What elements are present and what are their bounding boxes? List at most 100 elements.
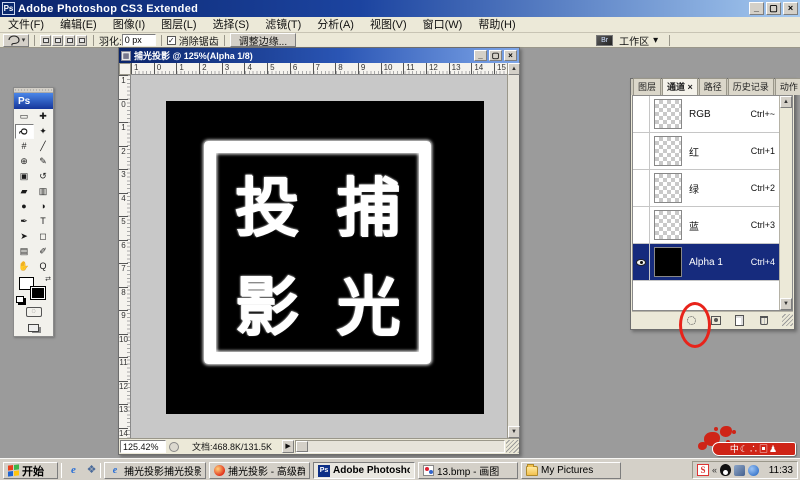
- default-colors-icon[interactable]: [16, 296, 24, 303]
- tray-icon[interactable]: [734, 465, 745, 476]
- channel-row[interactable]: Alpha 1 Ctrl+4: [633, 244, 792, 281]
- doc-restore-button[interactable]: ▢: [489, 50, 502, 61]
- clone-stamp-tool[interactable]: ▣: [15, 169, 34, 184]
- canvas-area[interactable]: 投 捕 影 光: [131, 75, 507, 438]
- slice-tool[interactable]: ╱: [34, 139, 53, 154]
- taskbar-item-qq-group[interactable]: 捕光投影 - 高级群: [209, 462, 310, 479]
- new-channel-button[interactable]: [733, 314, 746, 326]
- go-to-bridge-icon[interactable]: Br: [596, 35, 613, 46]
- qq-tray-icon[interactable]: [720, 464, 731, 476]
- intersect-selection-button[interactable]: [76, 35, 87, 46]
- doc-close-button[interactable]: ×: [504, 50, 517, 61]
- gradient-tool[interactable]: ▥: [34, 184, 53, 199]
- move-tool[interactable]: ✚: [34, 109, 53, 124]
- taskbar-item-paint[interactable]: 13.bmp - 画图: [418, 462, 518, 479]
- new-selection-button[interactable]: [40, 35, 51, 46]
- delete-channel-button[interactable]: [758, 314, 771, 326]
- scroll-down-arrow[interactable]: ▼: [780, 298, 792, 310]
- tray-chevron-icon[interactable]: «: [712, 465, 717, 475]
- network-tray-icon[interactable]: [748, 465, 759, 476]
- horizontal-scrollbar[interactable]: [295, 440, 505, 453]
- doc-minimize-button[interactable]: _: [474, 50, 487, 61]
- swap-colors-icon[interactable]: ⇄: [45, 275, 51, 283]
- scrollbar-thumb[interactable]: [296, 441, 308, 452]
- ie-quicklaunch-icon[interactable]: e: [66, 463, 81, 478]
- close-button[interactable]: ×: [783, 2, 798, 15]
- workspace-dropdown[interactable]: 工作区 ▾: [613, 33, 664, 47]
- save-selection-as-channel-button[interactable]: [709, 314, 722, 326]
- resize-grip[interactable]: [506, 440, 519, 453]
- channel-row[interactable]: 绿 Ctrl+2: [633, 170, 792, 207]
- panel-tab[interactable]: 动作: [775, 78, 800, 95]
- menu-item[interactable]: 文件(F): [0, 17, 52, 33]
- antialias-checkbox[interactable]: ✓: [167, 36, 176, 45]
- start-button[interactable]: 开始: [3, 462, 58, 479]
- rectangular-marquee-tool[interactable]: ▭: [15, 109, 34, 124]
- panel-resize-grip[interactable]: [782, 314, 793, 326]
- alpha-channel-image[interactable]: 投 捕 影 光: [166, 101, 484, 414]
- channel-row[interactable]: 蓝 Ctrl+3: [633, 207, 792, 244]
- magic-wand-tool[interactable]: ✦: [34, 124, 53, 139]
- panel-scrollbar[interactable]: ▲ ▼: [779, 96, 792, 310]
- menu-item[interactable]: 视图(V): [362, 17, 415, 33]
- tool-preset-picker[interactable]: ▾: [3, 34, 29, 47]
- scroll-up-arrow[interactable]: ▲: [508, 63, 520, 75]
- visibility-toggle[interactable]: [633, 170, 650, 206]
- blur-tool[interactable]: ●: [15, 199, 34, 214]
- subtract-from-selection-button[interactable]: [64, 35, 75, 46]
- menu-item[interactable]: 图层(L): [153, 17, 204, 33]
- visibility-toggle[interactable]: [633, 96, 650, 132]
- lasso-tool[interactable]: Q: [15, 124, 34, 139]
- menu-item[interactable]: 选择(S): [205, 17, 258, 33]
- brush-tool[interactable]: ✎: [34, 154, 53, 169]
- panel-tab[interactable]: 路径: [699, 78, 727, 95]
- taskbar-item-photoshop[interactable]: Ps Adobe Photoshop CS3...: [313, 462, 415, 479]
- hand-tool[interactable]: ✋: [15, 259, 34, 274]
- add-to-selection-button[interactable]: [52, 35, 63, 46]
- notes-tool[interactable]: ▤: [15, 244, 34, 259]
- pen-tool[interactable]: ✒: [15, 214, 34, 229]
- minimize-button[interactable]: _: [749, 2, 764, 15]
- quick-mask-button[interactable]: ◌: [14, 304, 53, 319]
- zoom-tool[interactable]: Q: [34, 259, 53, 274]
- scroll-down-arrow[interactable]: ▼: [508, 426, 520, 438]
- show-desktop-icon[interactable]: ❖: [84, 463, 99, 478]
- menu-item[interactable]: 分析(A): [309, 17, 362, 33]
- shape-tool[interactable]: ◻: [34, 229, 53, 244]
- taskbar-item-browser[interactable]: e 捕光投影捕光投影 客...: [104, 462, 206, 479]
- healing-brush-tool[interactable]: ⊕: [15, 154, 34, 169]
- visibility-toggle[interactable]: [633, 244, 650, 280]
- channel-row[interactable]: 红 Ctrl+1: [633, 133, 792, 170]
- history-brush-tool[interactable]: ↺: [34, 169, 53, 184]
- visibility-toggle[interactable]: [633, 207, 650, 243]
- restore-button[interactable]: ▢: [766, 2, 781, 15]
- panel-tab[interactable]: 通道 ×: [662, 78, 698, 95]
- refine-edge-button[interactable]: 调整边缘...: [230, 33, 296, 47]
- document-titlebar[interactable]: ▦ 捕光投影 @ 125%(Alpha 1/8) _ ▢ ×: [119, 48, 519, 63]
- menu-item[interactable]: 窗口(W): [415, 17, 471, 33]
- panel-tab[interactable]: 历史记录: [728, 78, 774, 95]
- type-tool[interactable]: T: [34, 214, 53, 229]
- vertical-scrollbar[interactable]: ▲ ▼: [507, 63, 519, 438]
- eraser-tool[interactable]: ▰: [15, 184, 34, 199]
- menu-item[interactable]: 帮助(H): [470, 17, 523, 33]
- panel-tab[interactable]: 图层: [633, 78, 661, 95]
- dodge-tool[interactable]: ◑: [34, 199, 53, 214]
- taskbar-item-my-pictures[interactable]: My Pictures: [521, 462, 621, 479]
- menu-item[interactable]: 编辑(E): [52, 17, 105, 33]
- zoom-level-field[interactable]: 125.42%: [120, 440, 166, 453]
- app-titlebar[interactable]: Ps Adobe Photoshop CS3 Extended _ ▢ ×: [0, 0, 800, 17]
- menu-item[interactable]: 图像(I): [105, 17, 153, 33]
- channel-row[interactable]: RGB Ctrl+~: [633, 96, 792, 133]
- visibility-toggle[interactable]: [633, 133, 650, 169]
- sogou-tray-icon[interactable]: S: [697, 464, 709, 476]
- path-selection-tool[interactable]: ➤: [15, 229, 34, 244]
- scroll-up-arrow[interactable]: ▲: [780, 96, 792, 108]
- crop-tool[interactable]: #: [15, 139, 34, 154]
- screen-mode-button[interactable]: [14, 319, 53, 336]
- feather-input[interactable]: [122, 34, 156, 46]
- status-menu-arrow[interactable]: ▶: [282, 440, 294, 453]
- eyedropper-tool[interactable]: ✐: [34, 244, 53, 259]
- menu-item[interactable]: 滤镜(T): [257, 17, 309, 33]
- background-color-swatch[interactable]: [31, 287, 45, 299]
